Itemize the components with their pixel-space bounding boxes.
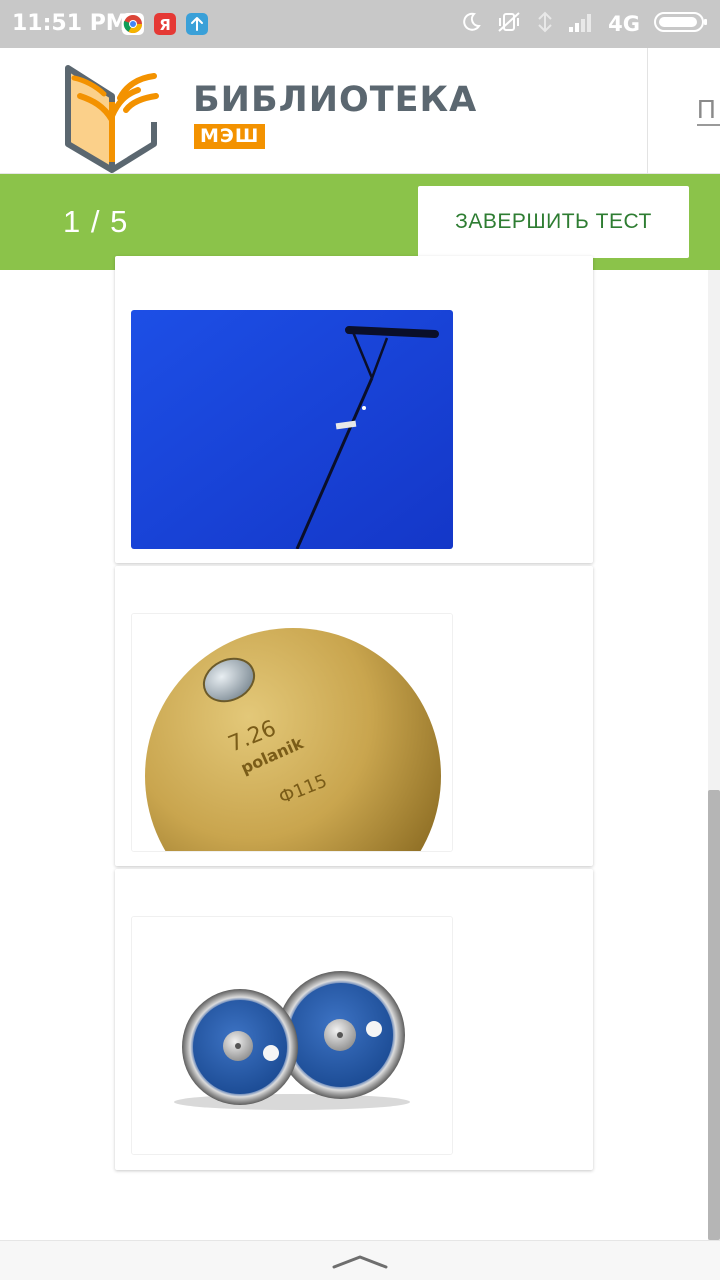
- brand-title: БИБЛИОТЕКА: [193, 80, 478, 120]
- shot-put-ball-photo: 7.26 polanik Ф115: [131, 613, 453, 852]
- app-header: БИБЛИОТЕКА МЭШ П: [0, 48, 720, 174]
- battery-icon: [654, 10, 708, 39]
- book-logo-icon: [65, 65, 159, 173]
- signal-icon: [536, 11, 554, 38]
- header-input-underline: [697, 124, 720, 126]
- hammer-throw-photo: [131, 310, 453, 549]
- answer-option-card[interactable]: [115, 256, 593, 563]
- upload-icon: [186, 13, 208, 35]
- yandex-icon: Я: [154, 13, 176, 35]
- network-type: 4G: [608, 12, 640, 36]
- discus-photo: [131, 916, 453, 1155]
- scrollbar-thumb[interactable]: [708, 790, 720, 1240]
- chevron-up-icon[interactable]: [330, 1249, 390, 1278]
- bottom-bar: [0, 1240, 720, 1280]
- moon-icon: [460, 11, 482, 38]
- header-divider: [647, 48, 648, 174]
- answer-option-card[interactable]: 7.26 polanik Ф115: [115, 566, 593, 866]
- vibrate-off-icon: [496, 11, 522, 38]
- chrome-icon: [122, 13, 144, 35]
- signal-bars-icon: [568, 11, 594, 38]
- header-cut-text[interactable]: П: [697, 94, 716, 125]
- status-bar: 11:51 PM Я 4G: [0, 0, 720, 48]
- question-counter: 1 / 5: [63, 204, 129, 239]
- answer-option-card[interactable]: [115, 869, 593, 1170]
- finish-test-button[interactable]: ЗАВЕРШИТЬ ТЕСТ: [418, 186, 689, 258]
- library-logo[interactable]: [64, 62, 164, 179]
- svg-text:Я: Я: [159, 16, 171, 34]
- brand-badge: МЭШ: [194, 124, 266, 149]
- status-time: 11:51 PM: [12, 11, 128, 36]
